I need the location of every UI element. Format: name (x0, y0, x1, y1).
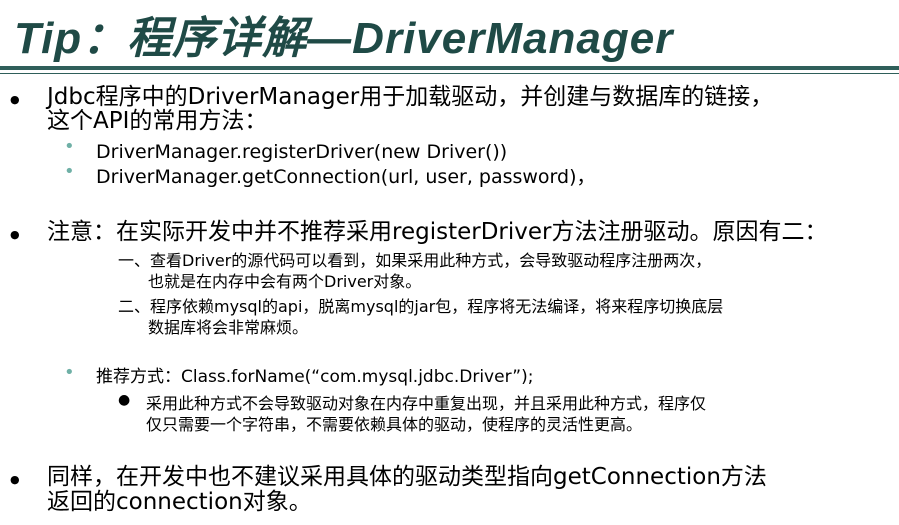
sub-bullet-dot: • (64, 136, 75, 157)
sub-sub-bullet-dot: ● (118, 392, 131, 408)
reason1-line2: 也就是在内存中会有两个Driver对象。 (148, 272, 422, 291)
item3-line1: 同样，在开发中也不建议采用具体的驱动类型指向getConnection方法 (47, 464, 767, 490)
bullet-dot: ● (10, 228, 20, 241)
reason2-line2: 数据库将会非常麻烦。 (148, 318, 309, 337)
item1-line1: Jdbc程序中的DriverManager用于加载驱动，并创建与数据库的链接， (47, 84, 774, 110)
bullet-dot: ● (10, 93, 20, 106)
sub-bullet-dot: • (64, 161, 75, 182)
method-register-driver: DriverManager.registerDriver(new Driver(… (96, 141, 508, 163)
recommend-detail-line1: 采用此种方式不会导致驱动对象在内存中重复出现，并且采用此种方式，程序仅 (146, 394, 707, 413)
title-underline-thin (0, 73, 899, 74)
slide-title: Tip：程序详解—DriverManager (14, 14, 674, 63)
title-underline-thick (0, 66, 899, 70)
reason1-line1: 一、查看Driver的源代码可以看到，如果采用此种方式，会导致驱动程序注册两次， (118, 251, 712, 270)
item3-line2: 返回的connection对象。 (47, 489, 312, 515)
item2-line1: 注意：在实际开发中并不推荐采用registerDriver方法注册驱动。原因有二… (47, 219, 828, 245)
sub-bullet-dot: • (64, 362, 75, 383)
method-get-connection: DriverManager.getConnection(url, user, p… (96, 166, 596, 188)
bullet-dot: ● (10, 473, 20, 486)
recommend-detail-line2: 仅只需要一个字符串，不需要依赖具体的驱动，使程序的灵活性更高。 (146, 415, 643, 434)
item1-line2: 这个API的常用方法： (47, 108, 268, 134)
reason2-line1: 二、程序依赖mysql的api，脱离mysql的jar包，程序将无法编译，将来程… (118, 297, 724, 316)
recommend-method: 推荐方式：Class.forName(“com.mysql.jdbc.Drive… (96, 367, 534, 387)
